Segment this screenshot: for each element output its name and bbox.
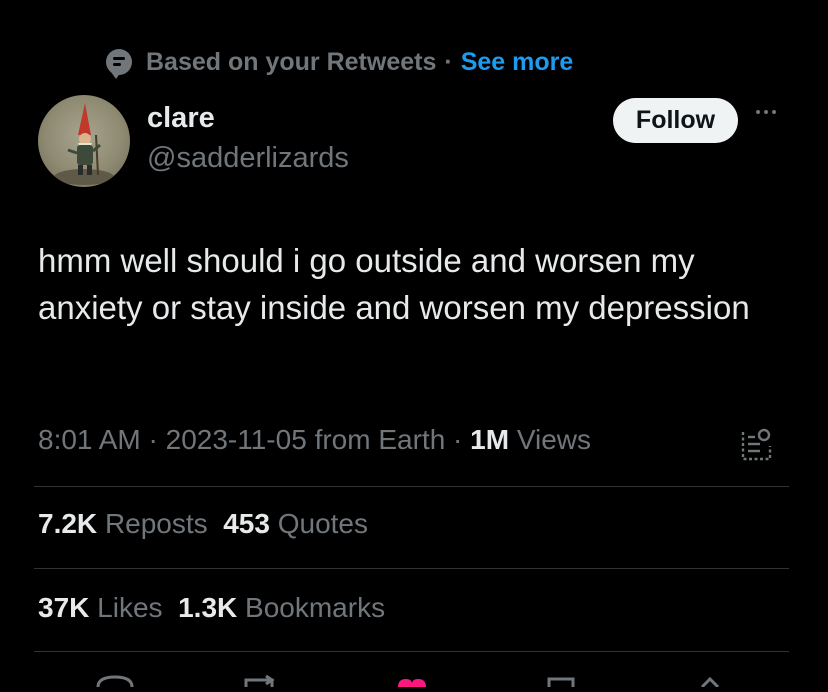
- tweet-meta: 8:01 AM · 2023-11-05 from Earth · 1M Vie…: [38, 424, 591, 456]
- tweet-source: from Earth: [314, 424, 446, 455]
- more-dot: [756, 110, 760, 114]
- bookmarks-label[interactable]: Bookmarks: [245, 592, 385, 624]
- likes-count[interactable]: 37K: [38, 592, 89, 624]
- divider: [34, 568, 789, 569]
- quotes-label[interactable]: Quotes: [278, 508, 368, 540]
- avatar[interactable]: [38, 95, 130, 187]
- reposts-count[interactable]: 7.2K: [38, 508, 97, 540]
- see-more-link[interactable]: See more: [461, 48, 574, 77]
- social-context-text: Based on your Retweets: [146, 47, 437, 76]
- quotes-count[interactable]: 453: [223, 508, 270, 540]
- more-dot: [764, 110, 768, 114]
- bookmark-icon[interactable]: [547, 677, 575, 687]
- views-label: Views: [516, 424, 592, 455]
- stats-row-reposts-quotes: 7.2K Reposts 453 Quotes: [38, 508, 368, 540]
- follow-button[interactable]: Follow: [613, 98, 738, 143]
- views-count: 1M: [470, 424, 510, 455]
- social-context: Based on your Retweets · See more: [106, 44, 573, 80]
- reposts-label[interactable]: Reposts: [105, 508, 208, 540]
- author-name[interactable]: clare: [147, 102, 215, 135]
- divider: [34, 651, 789, 652]
- separator-dot: ·: [444, 47, 453, 76]
- action-bar: [0, 668, 828, 689]
- stats-row-likes-bookmarks: 37K Likes 1.3K Bookmarks: [38, 592, 385, 624]
- tweet-time[interactable]: 8:01 AM: [38, 424, 141, 456]
- like-icon[interactable]: [398, 679, 426, 687]
- speech-bubble-icon: [106, 49, 132, 79]
- repost-icon[interactable]: [244, 674, 275, 687]
- likes-label[interactable]: Likes: [97, 592, 162, 624]
- more-dots-icon[interactable]: [756, 110, 776, 114]
- tweet-date[interactable]: 2023-11-05: [166, 424, 307, 456]
- meta-separator: ·: [148, 424, 158, 455]
- divider: [34, 486, 789, 487]
- tweet-text: hmm well should i go outside and worsen …: [38, 242, 750, 326]
- gnome-avatar-image: [54, 103, 114, 185]
- share-icon[interactable]: [700, 676, 720, 689]
- bookmarks-count[interactable]: 1.3K: [178, 592, 237, 624]
- author-handle[interactable]: @sadderlizards: [147, 142, 349, 175]
- analytics-icon[interactable]: [740, 426, 774, 462]
- meta-separator: ·: [453, 424, 463, 455]
- more-dot: [772, 110, 776, 114]
- reply-icon[interactable]: [96, 675, 134, 688]
